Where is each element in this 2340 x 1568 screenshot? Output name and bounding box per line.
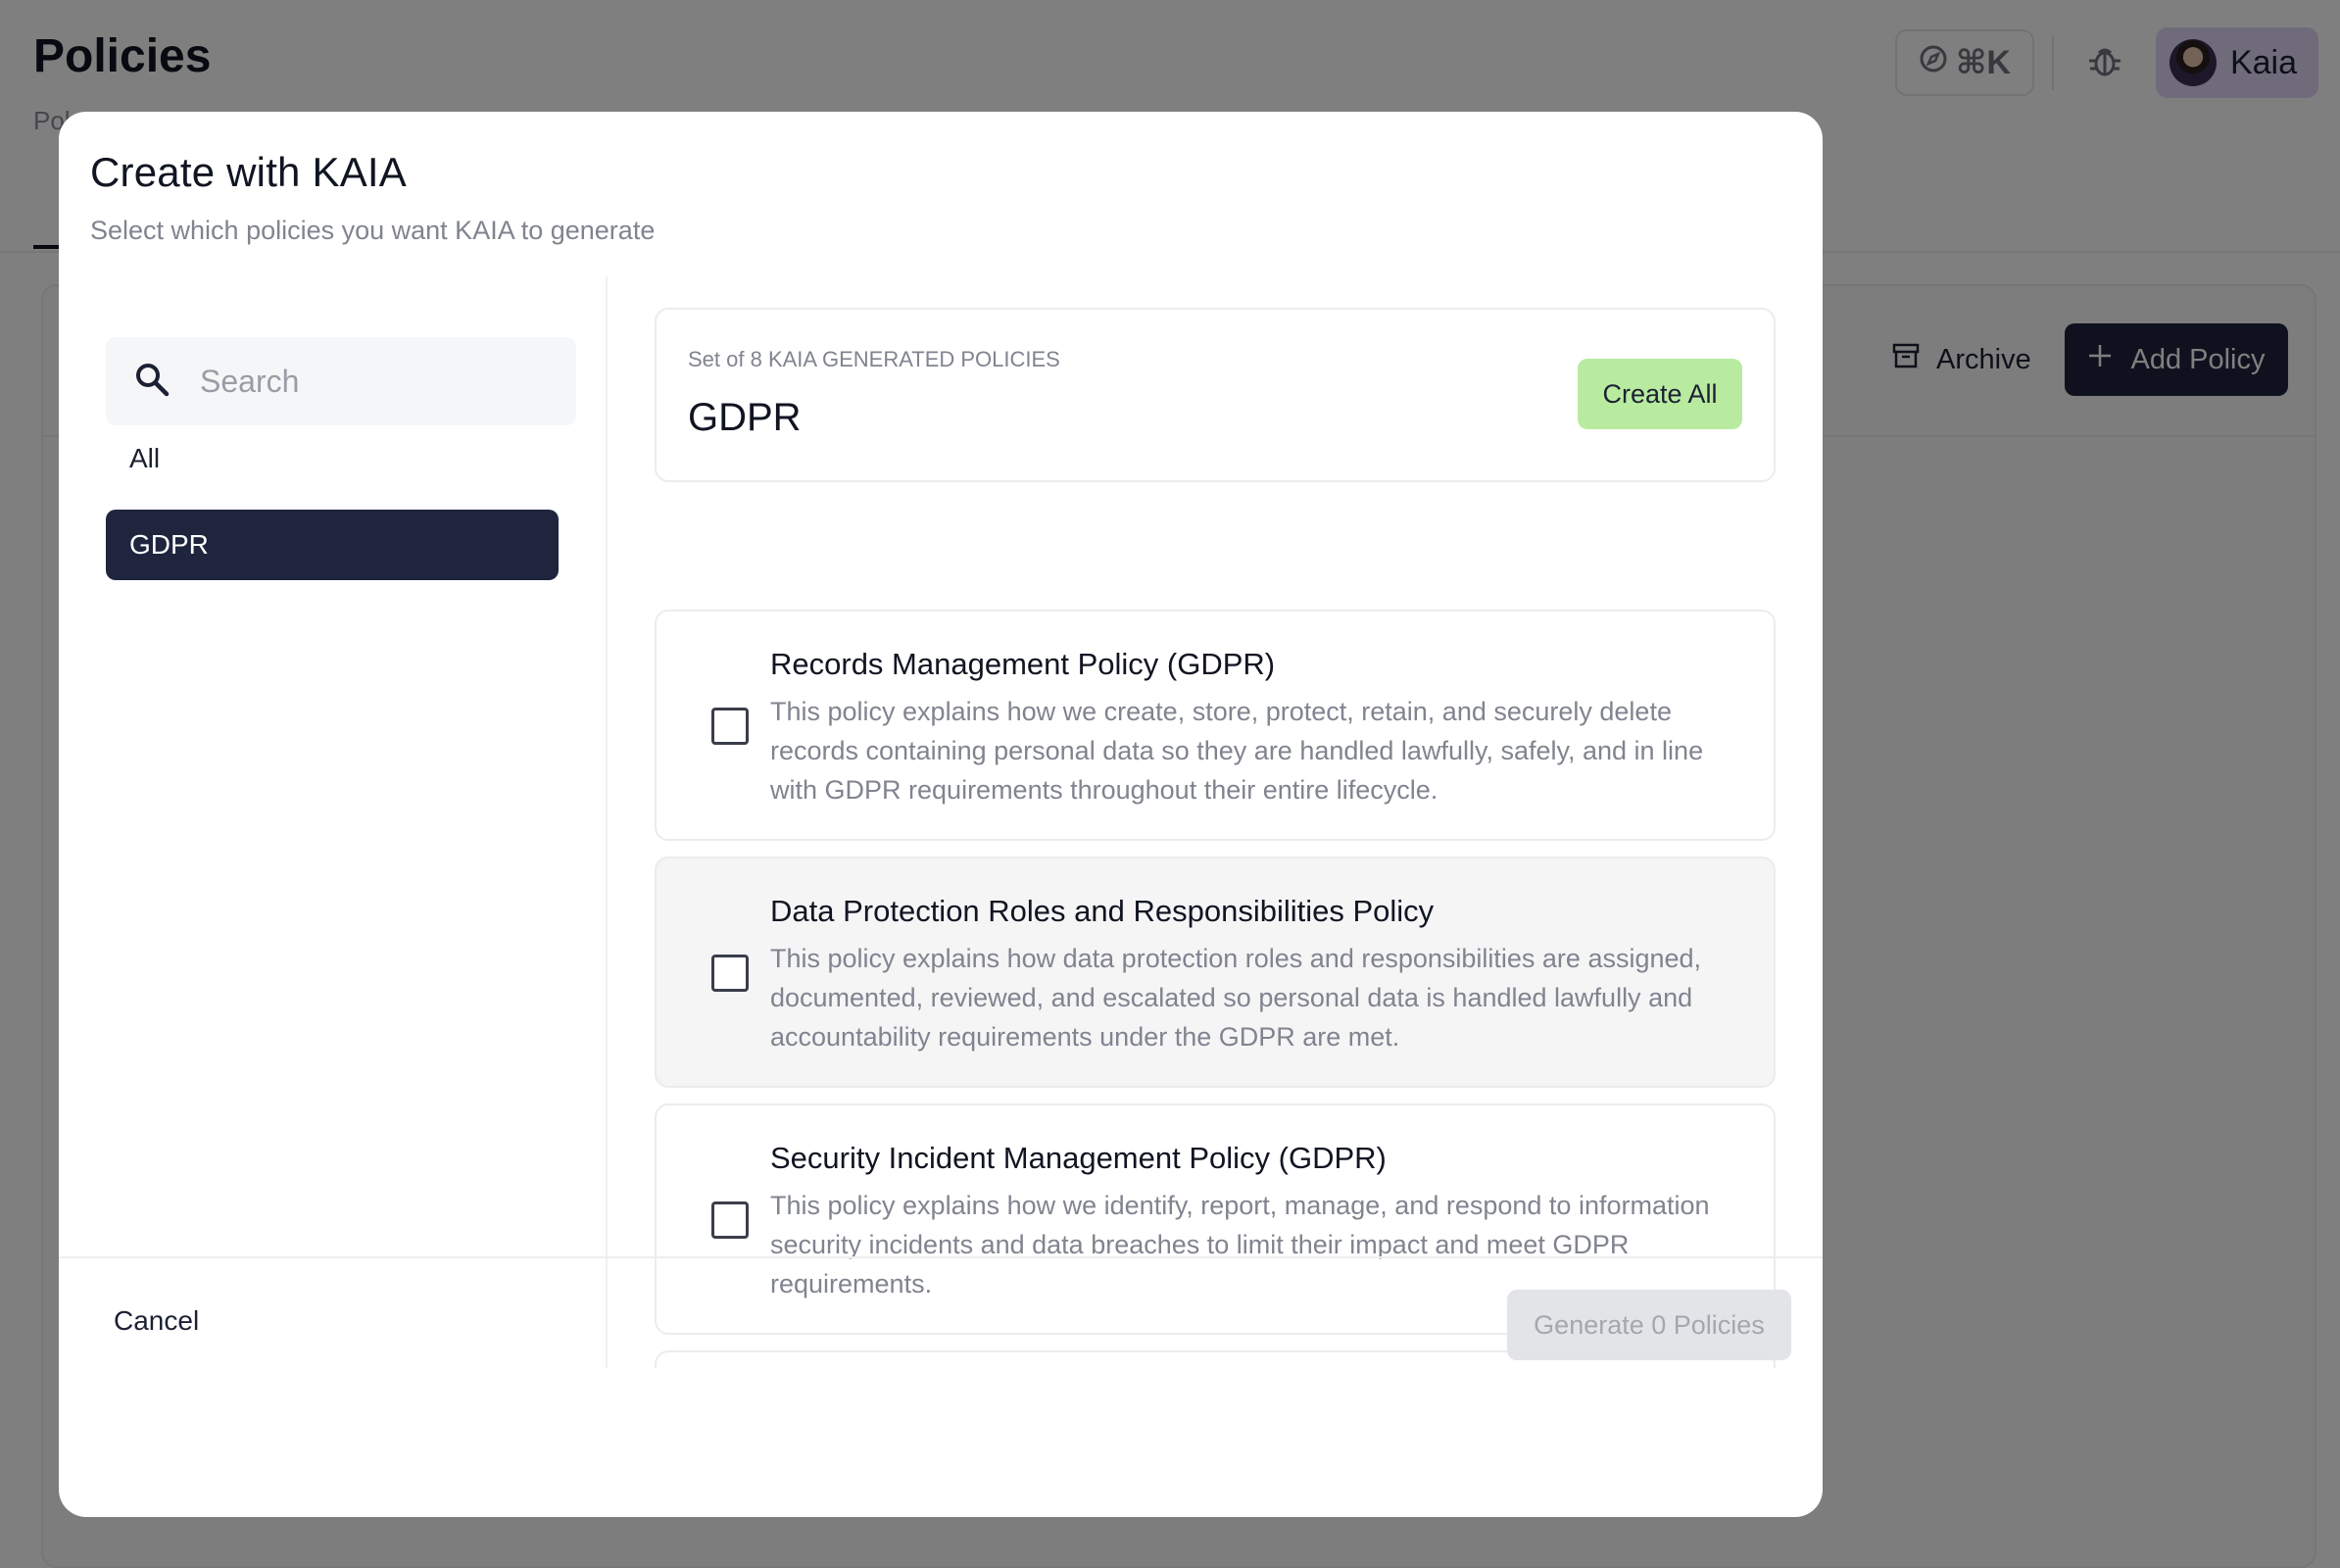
set-name: GDPR	[688, 396, 802, 439]
policy-card[interactable]: Records Management Policy (GDPR) This po…	[655, 610, 1776, 841]
policy-list-panel: Set of 8 KAIA GENERATED POLICIES GDPR Cr…	[609, 276, 1823, 1368]
create-all-button[interactable]: Create All	[1578, 359, 1742, 429]
policy-card[interactable]: Data Protection Roles and Responsibiliti…	[655, 857, 1776, 1088]
set-label: Set of 8 KAIA GENERATED POLICIES	[688, 347, 1060, 371]
sidebar-item-label: All	[129, 443, 161, 473]
modal-subtitle: Select which policies you want KAIA to g…	[90, 216, 656, 245]
framework-sidebar: All GDPR	[59, 276, 608, 1368]
sidebar-item-gdpr[interactable]: GDPR	[106, 510, 559, 580]
search-icon	[133, 361, 171, 403]
modal-footer: Cancel Generate 0 Policies	[59, 1256, 1823, 1517]
policy-title: Security Incident Management Policy (GDP…	[770, 1141, 1387, 1175]
modal-header: Create with KAIA Select which policies y…	[90, 149, 655, 246]
policy-checkbox[interactable]	[711, 955, 749, 992]
cancel-button[interactable]: Cancel	[114, 1305, 199, 1337]
policy-description: This policy explains how we create, stor…	[770, 697, 1704, 805]
policy-checkbox[interactable]	[711, 1201, 749, 1239]
generate-policies-button[interactable]: Generate 0 Policies	[1507, 1290, 1791, 1360]
sidebar-item-label: GDPR	[129, 529, 209, 560]
sidebar-item-all[interactable]: All	[106, 423, 559, 494]
policy-description: This policy explains how data protection…	[770, 944, 1702, 1052]
search-box[interactable]	[106, 337, 576, 425]
policy-checkbox[interactable]	[711, 708, 749, 745]
policy-title: Records Management Policy (GDPR)	[770, 647, 1276, 681]
create-with-kaia-modal: Create with KAIA Select which policies y…	[59, 112, 1823, 1517]
modal-title: Create with KAIA	[90, 149, 407, 195]
policy-title: Data Protection Roles and Responsibiliti…	[770, 894, 1435, 928]
policy-set-card: Set of 8 KAIA GENERATED POLICIES GDPR Cr…	[655, 308, 1776, 482]
search-input[interactable]	[200, 363, 523, 400]
